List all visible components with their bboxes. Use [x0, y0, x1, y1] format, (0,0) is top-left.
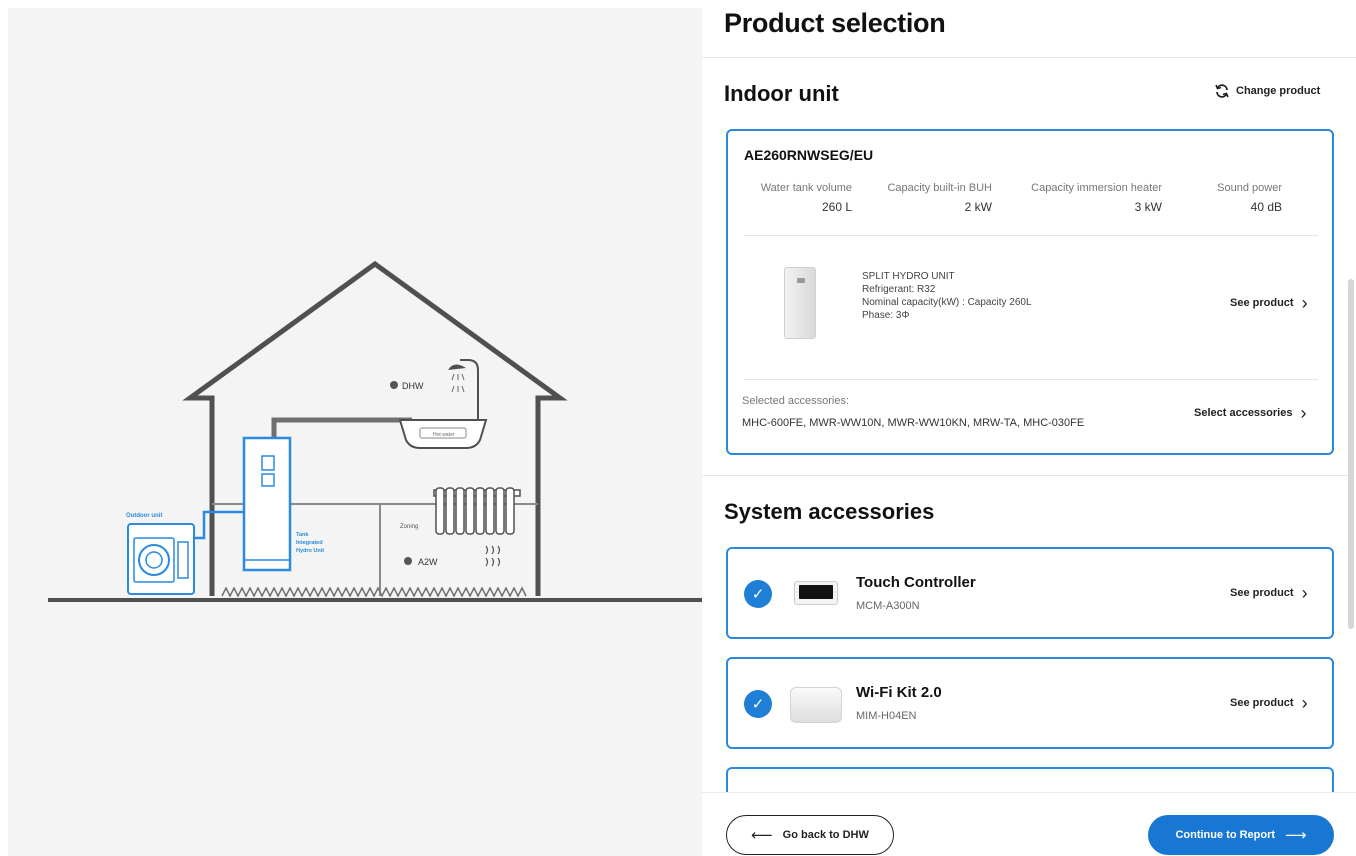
spec-capacity-buh: Capacity built-in BUH 2 kW — [864, 182, 992, 214]
spec-value: 3 kW — [1134, 200, 1162, 214]
a2w-label: A2W — [418, 557, 438, 567]
see-product-label: See product — [1230, 297, 1294, 309]
scroll-area[interactable]: Indoor unit Change product AE260RNWSEG/E… — [702, 59, 1356, 792]
continue-button[interactable]: Continue to Report ⟶ — [1148, 815, 1334, 855]
refresh-icon — [1215, 84, 1229, 98]
arrow-left-icon: ⟵ — [751, 827, 773, 844]
zoning-label: Zoning — [400, 524, 418, 530]
wifi-kit-image — [790, 687, 842, 723]
checkmark-icon[interactable]: ✓ — [744, 580, 772, 608]
desc-line: Phase: 3Φ — [862, 310, 910, 321]
select-accessories-label: Select accessories — [1194, 407, 1293, 419]
a2w-icon — [404, 557, 412, 565]
spec-value: 40 dB — [1250, 200, 1282, 214]
hot-water-label: Hot water — [433, 432, 455, 438]
accessory-card-touch-controller[interactable]: ✓ Touch Controller MCM-A300N See product… — [726, 547, 1334, 639]
see-product-label: See product — [1230, 587, 1294, 599]
radiator — [435, 487, 445, 535]
dhw-icon — [390, 381, 398, 389]
spec-immersion-heater: Capacity immersion heater 3 kW — [1004, 182, 1162, 214]
accessory-name: Wi-Fi Kit 2.0 — [856, 684, 942, 701]
indoor-unit-image — [784, 267, 816, 339]
accessory-card-partial[interactable] — [726, 767, 1334, 792]
model-code: AE260RNWSEG/EU — [744, 147, 874, 163]
chevron-right-icon: › — [1301, 292, 1308, 313]
house-diagram: Hot water DHW Zoning A2W Outdoor unit Ta… — [48, 260, 702, 602]
see-product-button[interactable]: See product › — [1230, 582, 1308, 603]
selected-accessories-label: Selected accessories: — [742, 395, 849, 407]
change-product-button[interactable]: Change product — [1214, 83, 1320, 99]
section-divider — [702, 475, 1348, 476]
spec-water-tank: Water tank volume 260 L — [742, 182, 852, 214]
refrigerant-pipe — [194, 510, 244, 540]
shower-pipe — [460, 359, 479, 420]
spec-label: Sound power — [1217, 182, 1282, 194]
continue-label: Continue to Report — [1175, 829, 1276, 841]
accessory-name: Touch Controller — [856, 574, 976, 591]
see-product-button[interactable]: See product › — [1230, 292, 1308, 313]
spec-value: 2 kW — [964, 200, 992, 214]
arrow-right-icon: ⟶ — [1285, 827, 1307, 844]
spec-label: Capacity built-in BUH — [887, 182, 992, 194]
touch-controller-image — [794, 581, 838, 605]
chevron-right-icon: › — [1301, 692, 1308, 713]
page-title: Product selection — [724, 8, 946, 38]
select-accessories-button[interactable]: Select accessories › — [1194, 402, 1307, 423]
heat-icon — [485, 545, 501, 567]
checkmark-icon[interactable]: ✓ — [744, 690, 772, 718]
see-product-label: See product — [1230, 697, 1294, 709]
tank-label-1: Tank — [296, 532, 309, 538]
system-illustration: Hot water DHW Zoning A2W Outdoor unit Ta… — [8, 8, 702, 856]
accessory-code: MCM-A300N — [856, 600, 920, 612]
panel-header: Product selection — [702, 0, 1356, 58]
chevron-right-icon: › — [1301, 582, 1308, 603]
spec-value: 260 L — [821, 200, 852, 214]
change-product-label: Change product — [1236, 85, 1321, 97]
spec-label: Capacity immersion heater — [1031, 182, 1162, 194]
dhw-label: DHW — [402, 381, 424, 391]
accessory-card-wifi-kit[interactable]: ✓ Wi-Fi Kit 2.0 MIM-H04EN See product › — [726, 657, 1334, 749]
chevron-right-icon: › — [1300, 402, 1307, 423]
tank-label-3: Hydro Unit — [296, 548, 324, 554]
go-back-button[interactable]: ⟵ Go back to DHW — [726, 815, 894, 855]
desc-line: Nominal capacity(kW) : Capacity 260L — [862, 297, 1032, 308]
system-accessories-heading: System accessories — [724, 499, 935, 524]
selected-accessories-list: MHC-600FE, MWR-WW10N, MWR-WW10KN, MRW-TA… — [742, 417, 1085, 429]
spec-sound-power: Sound power 40 dB — [1182, 182, 1282, 214]
underfloor-pipes — [221, 586, 527, 598]
product-selection-panel: Product selection Indoor unit Change pro… — [702, 0, 1356, 856]
divider — [744, 379, 1318, 380]
accessory-code: MIM-H04EN — [856, 710, 917, 722]
divider — [744, 235, 1318, 236]
go-back-label: Go back to DHW — [782, 829, 869, 841]
dhw-pipe — [271, 417, 412, 438]
footer: ⟵ Go back to DHW Continue to Report ⟶ — [702, 792, 1356, 856]
scrollbar[interactable] — [1348, 279, 1354, 629]
product-description: SPLIT HYDRO UNIT Refrigerant: R32 Nomina… — [862, 270, 1032, 322]
desc-line: Refrigerant: R32 — [862, 284, 936, 295]
desc-line: SPLIT HYDRO UNIT — [862, 271, 955, 282]
spec-label: Water tank volume — [760, 182, 852, 194]
tank-label-2: Integrated — [296, 540, 323, 546]
indoor-unit-heading: Indoor unit — [724, 81, 839, 106]
indoor-unit-card: AE260RNWSEG/EU Water tank volume 260 L C… — [726, 129, 1334, 455]
outdoor-unit-label: Outdoor unit — [126, 513, 162, 519]
see-product-button[interactable]: See product › — [1230, 692, 1308, 713]
